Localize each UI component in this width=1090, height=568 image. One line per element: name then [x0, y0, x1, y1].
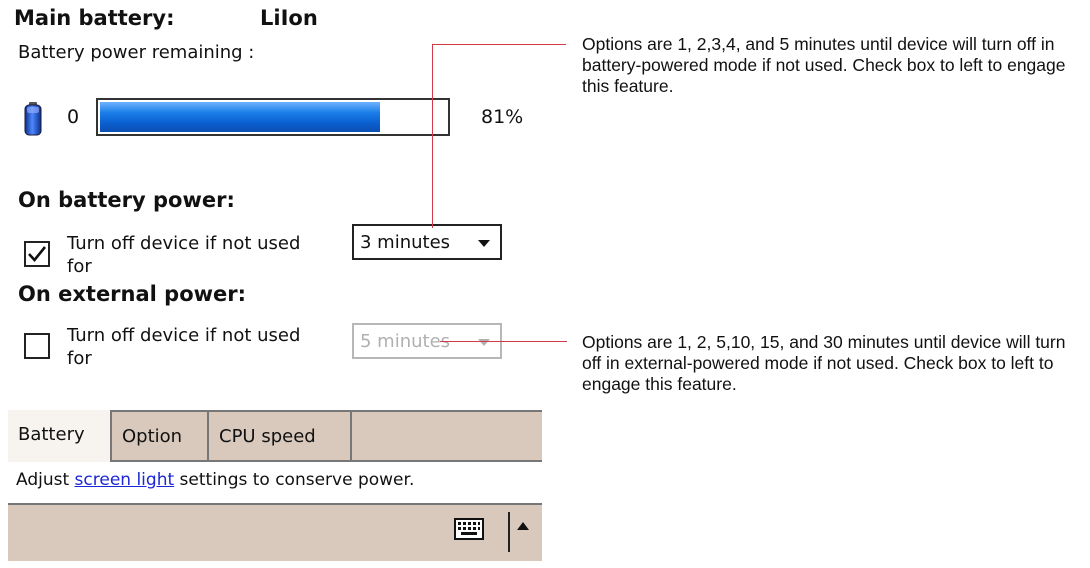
tab-battery-label: Battery — [18, 424, 85, 445]
callout-line-battery-vertical — [432, 44, 433, 228]
tab-bar: Battery Option CPU speed — [8, 410, 542, 462]
battery-progress-fill — [100, 102, 380, 132]
battery-remaining-label: Battery power remaining : — [18, 42, 255, 63]
screen-light-link[interactable]: screen light — [75, 470, 175, 490]
battery-type: LiIon — [260, 6, 318, 30]
battery-progress-bar — [96, 98, 450, 136]
battery-auto-off-checkbox[interactable] — [24, 241, 50, 267]
battery-timeout-dropdown[interactable]: 3 minutes — [352, 224, 502, 260]
tab-option[interactable]: Option — [112, 412, 209, 460]
callout-battery-mode: Options are 1, 2,3,4, and 5 minutes unti… — [582, 34, 1066, 96]
callout-line-external — [440, 341, 567, 342]
menu-divider — [508, 512, 510, 552]
screen-light-hint: Adjust screen light settings to conserve… — [16, 470, 414, 490]
callout-external-mode: Options are 1, 2, 5,10, 15, and 30 minut… — [582, 332, 1066, 394]
callout-line-battery-horizontal — [432, 44, 566, 45]
external-auto-off-label: Turn off device if not used for — [67, 325, 301, 369]
chevron-down-icon — [478, 240, 490, 247]
hint-prefix: Adjust — [16, 470, 75, 490]
hint-suffix: settings to conserve power. — [174, 470, 415, 490]
battery-timeout-value: 3 minutes — [360, 232, 451, 253]
battery-icon — [24, 102, 42, 136]
main-battery-label: Main battery: — [14, 6, 175, 30]
tab-cpu-speed-label: CPU speed — [219, 426, 316, 447]
battery-percent-label: 81% — [481, 106, 524, 128]
keyboard-icon[interactable] — [454, 518, 484, 540]
tab-cpu-speed[interactable]: CPU speed — [209, 412, 352, 460]
chevron-up-icon[interactable] — [517, 522, 529, 530]
external-auto-off-checkbox[interactable] — [24, 333, 50, 359]
battery-auto-off-label: Turn off device if not used for — [67, 233, 301, 277]
tab-option-label: Option — [122, 426, 183, 447]
on-external-heading: On external power: — [18, 282, 247, 306]
checkmark-icon — [28, 246, 47, 262]
tab-battery[interactable]: Battery — [8, 410, 112, 462]
battery-min-label: 0 — [67, 106, 80, 128]
external-timeout-value: 5 minutes — [360, 331, 451, 352]
on-battery-heading: On battery power: — [18, 188, 235, 212]
